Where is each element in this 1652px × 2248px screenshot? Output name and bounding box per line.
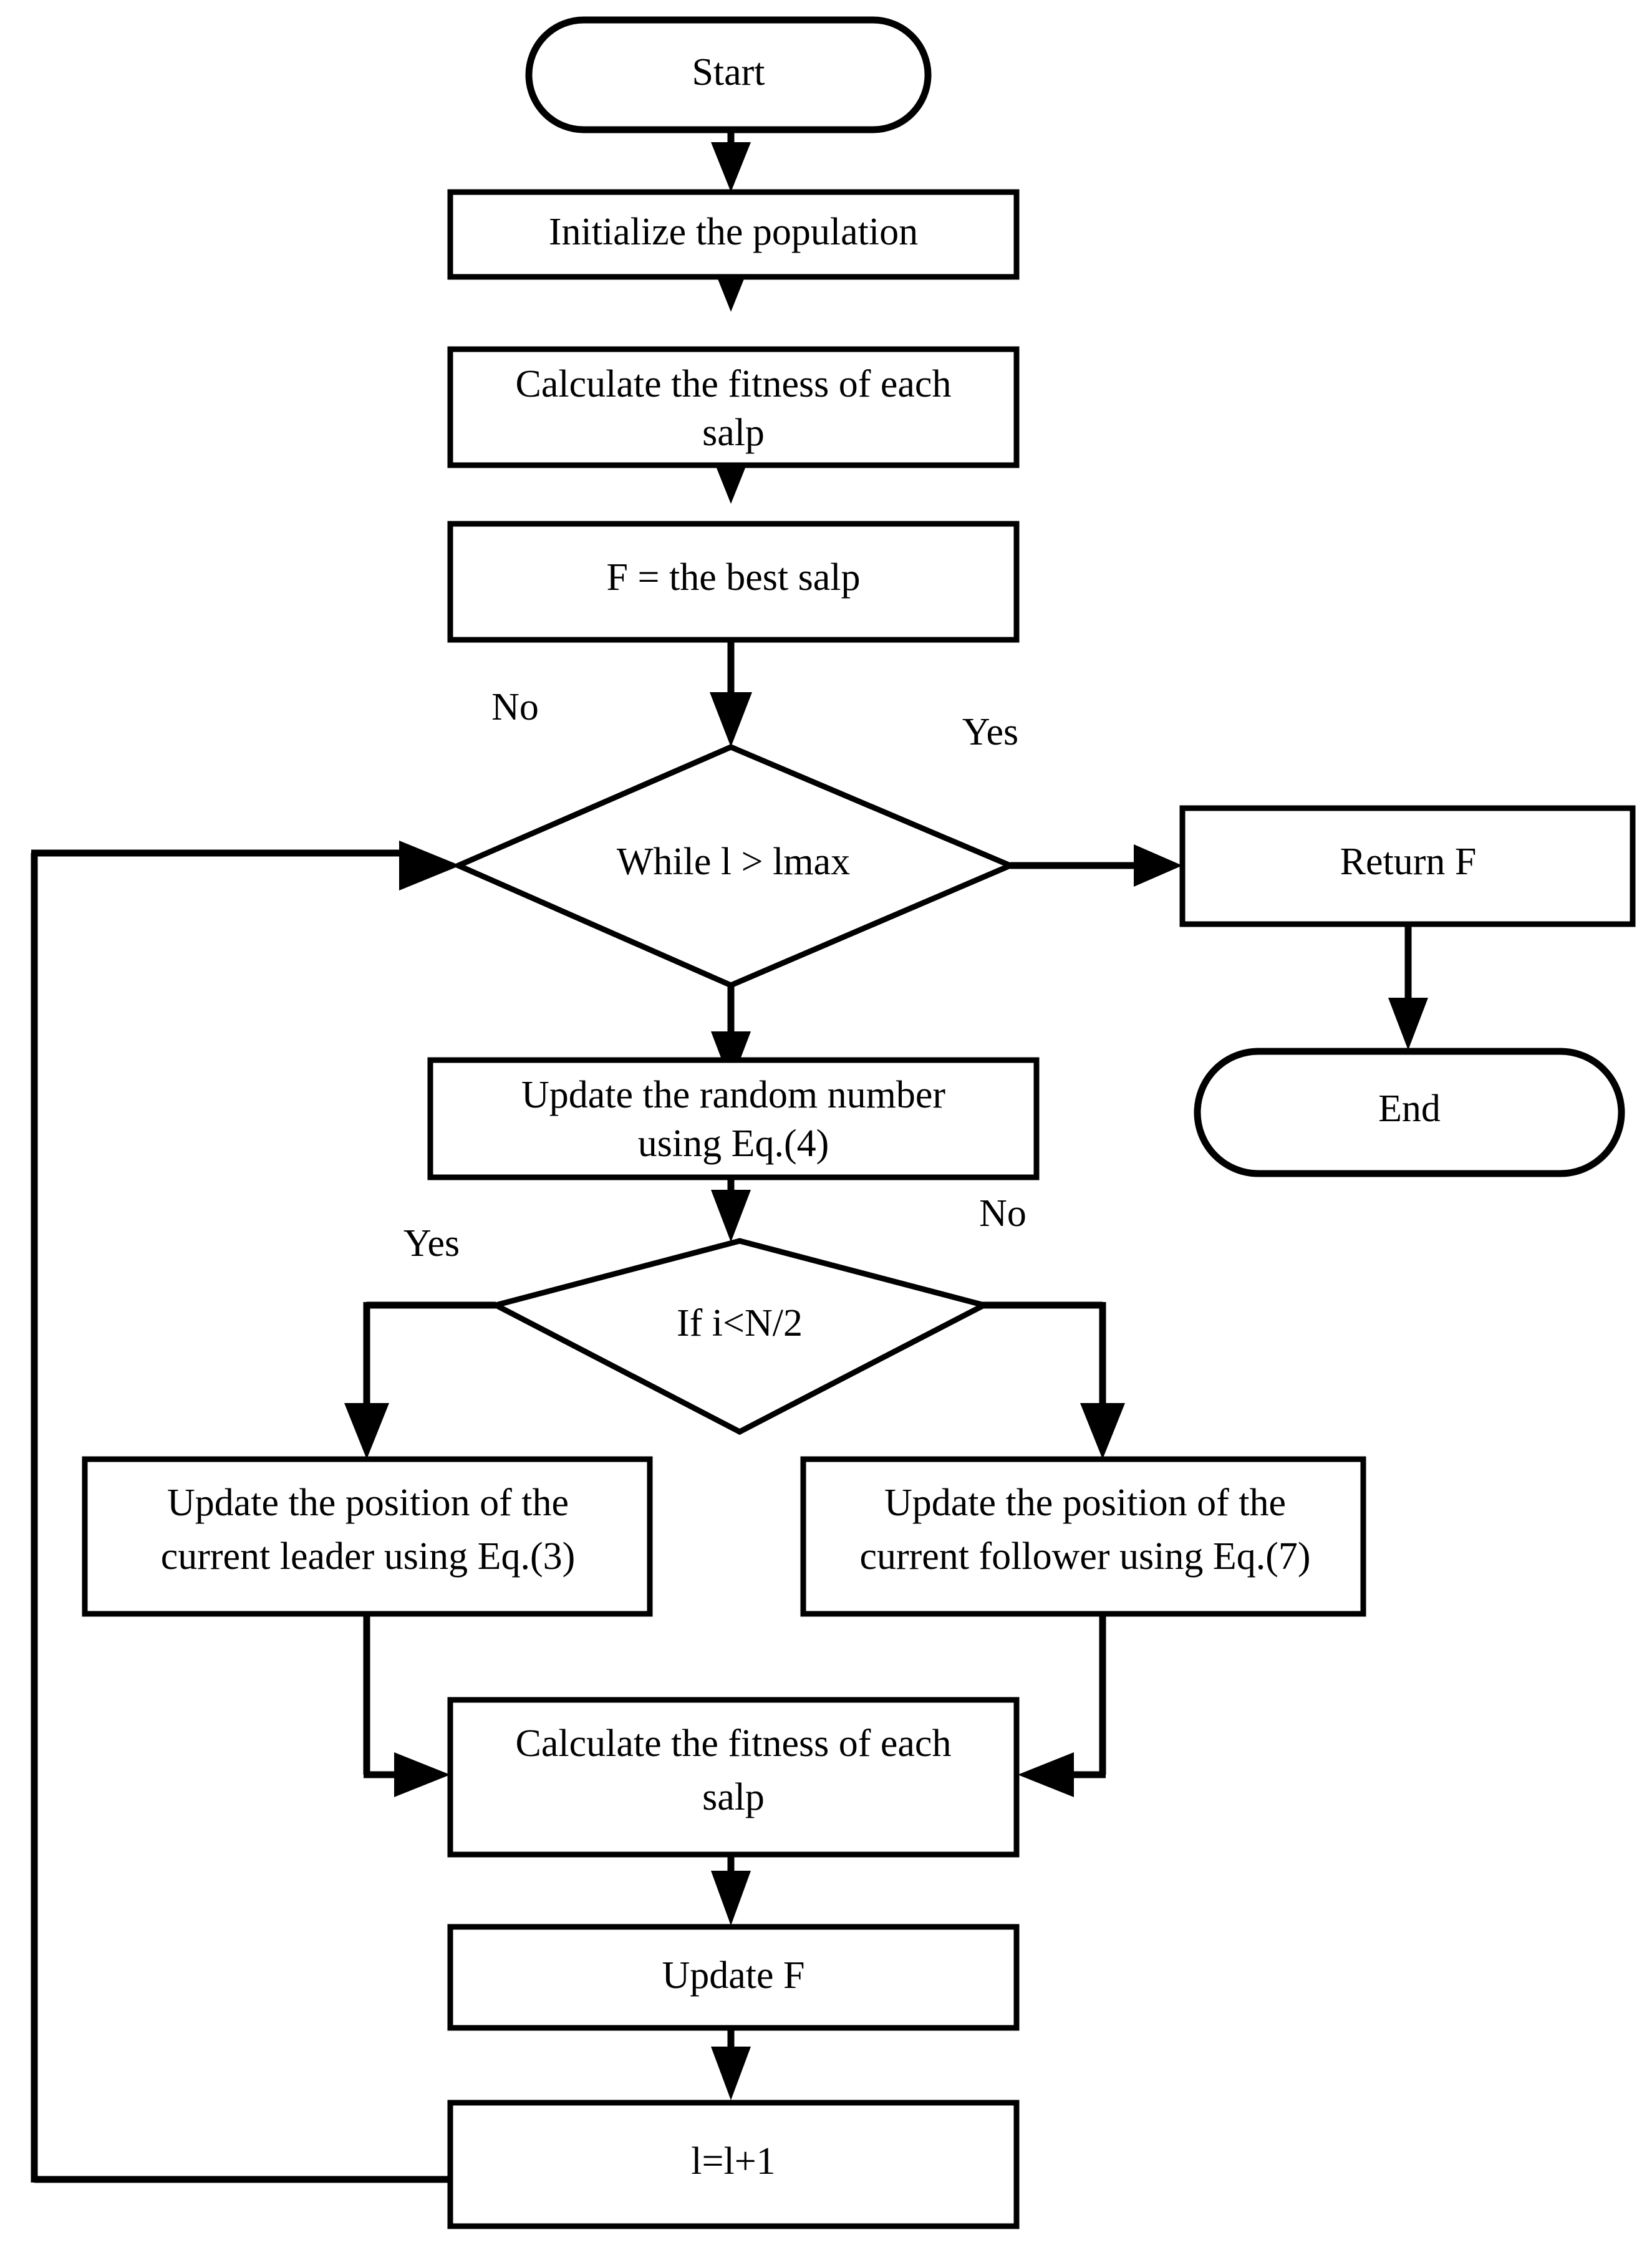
- node-initialize-population-label: Initialize the population: [549, 211, 918, 253]
- node-best-salp[interactable]: F = the best salp: [447, 521, 1020, 643]
- node-update-leader-line1: Update the position of the: [167, 1482, 569, 1524]
- node-update-f-label: Update F: [662, 1954, 804, 1997]
- branch-label-while-no: No: [491, 686, 539, 728]
- node-update-follower-line2: current follower using Eq.(7): [859, 1535, 1310, 1578]
- edge-returnf-to-end: [1388, 924, 1428, 1050]
- node-increment-l[interactable]: l=l+1: [447, 2100, 1020, 2229]
- node-increment-l-label: l=l+1: [691, 2140, 775, 2183]
- node-best-salp-label: F = the best salp: [607, 556, 861, 599]
- node-while-decision-label: While l > lmax: [617, 841, 850, 883]
- node-calculate-fitness-2[interactable]: Calculate the fitness of each salp: [447, 1697, 1020, 1858]
- node-end-label: End: [1378, 1088, 1441, 1130]
- node-return-f-label: Return F: [1340, 841, 1477, 883]
- node-start-label: Start: [692, 51, 765, 94]
- node-update-random-number-line2: using Eq.(4): [638, 1122, 829, 1165]
- node-if-decision-label: If i<N/2: [677, 1302, 803, 1344]
- node-calculate-fitness-1-line2: salp: [702, 412, 765, 454]
- edge-updatefollower-to-calcfitness2: [1018, 1613, 1106, 1797]
- edge-if-yes-to-updateleader: [344, 1301, 496, 1459]
- node-while-decision[interactable]: While l > lmax: [451, 744, 1018, 988]
- node-update-random-number-line1: Update the random number: [521, 1074, 945, 1116]
- branch-label-if-no: No: [979, 1192, 1026, 1235]
- edge-while-yes-to-returnf: [1010, 844, 1182, 887]
- edge-calcfitness2-to-updatef: [711, 1855, 751, 1926]
- node-if-decision[interactable]: If i<N/2: [488, 1238, 992, 1435]
- node-calculate-fitness-1[interactable]: Calculate the fitness of each salp: [447, 346, 1020, 468]
- edge-updatef-to-incrementl: [711, 2027, 751, 2100]
- node-update-follower-line1: Update the position of the: [884, 1482, 1286, 1524]
- node-calculate-fitness-2-line2: salp: [702, 1776, 765, 1818]
- edge-if-no-to-updatefollower: [982, 1301, 1125, 1459]
- node-update-leader-line2: current leader using Eq.(3): [161, 1535, 576, 1578]
- node-calculate-fitness-1-line1: Calculate the fitness of each: [516, 363, 952, 405]
- node-start[interactable]: Start: [525, 16, 932, 133]
- edge-updaterandom-to-ifdecision: [711, 1177, 751, 1242]
- node-update-f[interactable]: Update F: [447, 1924, 1020, 2031]
- node-update-follower[interactable]: Update the position of the current follo…: [800, 1456, 1366, 1617]
- flowchart-svg: Start Initialize the population Calculat…: [31, 16, 1636, 2229]
- node-initialize-population[interactable]: Initialize the population: [447, 189, 1020, 280]
- branch-label-while-yes: Yes: [962, 711, 1018, 753]
- flowchart-canvas: Start Initialize the population Calculat…: [0, 0, 1652, 2248]
- edge-start-to-init: [711, 130, 751, 192]
- edge-bestsalp-to-while: [710, 639, 752, 747]
- node-update-leader[interactable]: Update the position of the current leade…: [82, 1456, 653, 1617]
- node-end[interactable]: End: [1194, 1048, 1625, 1177]
- node-return-f[interactable]: Return F: [1179, 805, 1636, 927]
- branch-label-if-yes: Yes: [403, 1222, 460, 1265]
- node-update-random-number[interactable]: Update the random number using Eq.(4): [427, 1057, 1040, 1180]
- edge-updateleader-to-calcfitness2: [363, 1613, 450, 1797]
- node-calculate-fitness-2-line1: Calculate the fitness of each: [516, 1722, 952, 1765]
